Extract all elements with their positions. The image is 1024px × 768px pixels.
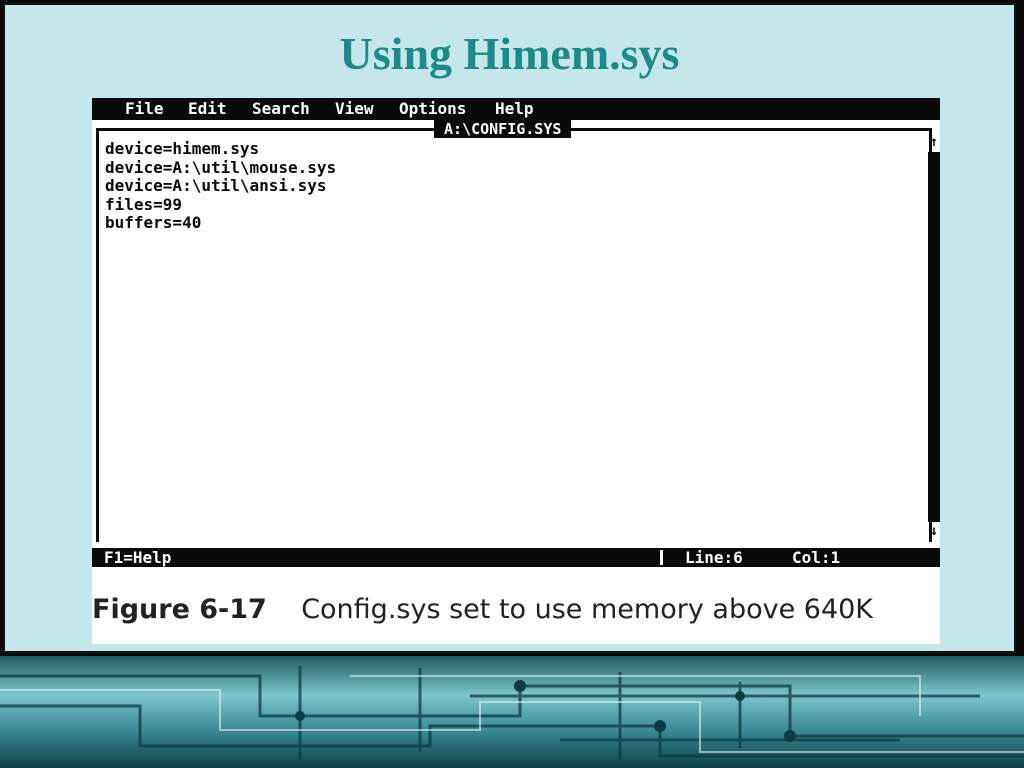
file-title: A:\CONFIG.SYS xyxy=(434,120,572,138)
status-bar: F1=Help Line:6 Col:1 xyxy=(92,548,940,567)
scroll-up-arrow-icon[interactable]: ↑ xyxy=(928,134,940,150)
status-separator xyxy=(660,550,663,565)
code-line: device=A:\util\ansi.sys xyxy=(105,176,327,195)
edit-screenshot: File Edit Search View Options Help A:\CO… xyxy=(92,98,940,644)
figure-caption: Figure 6-17 Config.sys set to use memory… xyxy=(92,594,940,625)
menu-help[interactable]: Help xyxy=(495,100,534,118)
figure-label: Figure 6-17 xyxy=(92,594,267,625)
code-line: buffers=40 xyxy=(105,213,202,232)
code-line: device=A:\util\mouse.sys xyxy=(105,157,337,177)
status-help[interactable]: F1=Help xyxy=(104,548,171,567)
menu-bar: File Edit Search View Options Help xyxy=(92,98,940,120)
scroll-down-arrow-icon[interactable]: ↓ xyxy=(928,523,940,539)
slide: Using Himem.sys File Edit Search View Op… xyxy=(3,3,1016,653)
figure-text: Config.sys set to use memory above 640K xyxy=(301,594,874,625)
circuit-pattern-graphic xyxy=(0,666,1024,760)
menu-edit[interactable]: Edit xyxy=(188,100,227,118)
code-line: files=99 xyxy=(105,194,183,214)
menu-view[interactable]: View xyxy=(335,100,374,118)
slide-title: Using Himem.sys xyxy=(339,28,680,79)
status-line: Line:6 xyxy=(685,548,743,567)
menu-file[interactable]: File xyxy=(125,100,164,118)
code-line: device=himem.sys xyxy=(105,139,260,158)
menu-search[interactable]: Search xyxy=(252,100,310,118)
editor-area[interactable]: A:\CONFIG.SYS ↑ ↓ device=himem.sys devic… xyxy=(92,120,940,548)
menu-options[interactable]: Options xyxy=(399,100,466,118)
file-content[interactable]: device=himem.sys device=A:\util\mouse.sy… xyxy=(105,139,337,233)
decorative-circuit-band xyxy=(0,656,1024,768)
status-col: Col:1 xyxy=(792,548,841,567)
vertical-scrollbar[interactable] xyxy=(928,152,940,522)
